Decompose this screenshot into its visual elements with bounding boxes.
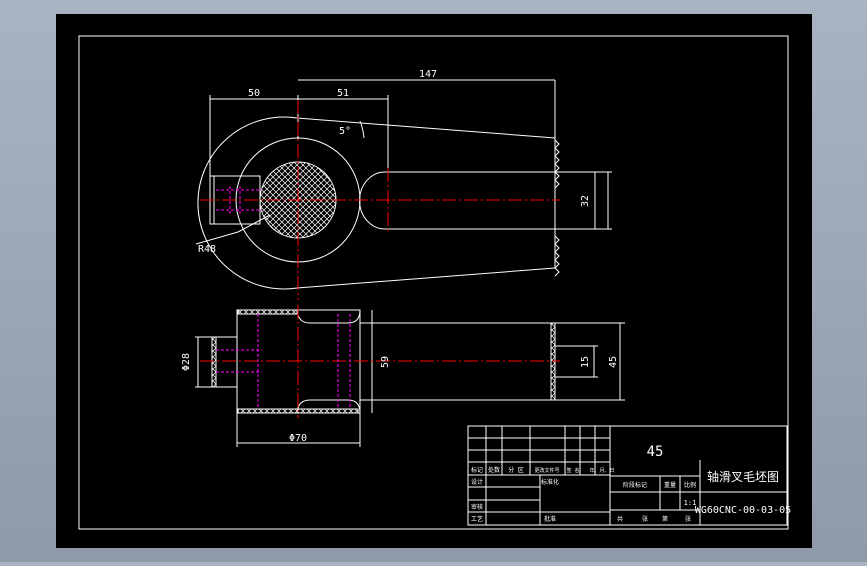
dim-text-32: 32 [580, 195, 591, 207]
sheet-total-label: 共 [617, 515, 623, 523]
weight-label: 重量 [664, 481, 676, 489]
scale-label: 比例 [684, 481, 696, 489]
approval-label: 批准 [544, 515, 556, 523]
scale-value: 1:1 [684, 499, 697, 507]
dim-text-51: 51 [337, 88, 349, 99]
drawing-number: WG60CNC-00-03-05 [695, 505, 791, 516]
sheet-number-label: 第 [662, 515, 668, 523]
header-date: 年、月、日 [589, 467, 614, 474]
dim-text-28: Φ28 [181, 353, 192, 371]
stage-mark-label: 阶段标记 [623, 481, 647, 489]
dim-text-angle: 5° [339, 126, 351, 137]
drawing-canvas: 50 51 147 5° R48 32 59 Φ28 Φ70 15 45 45 … [56, 14, 812, 548]
standardization-label: 标准化 [541, 478, 559, 486]
header-sign: 签 名 [566, 467, 579, 474]
row-design: 设计 [471, 478, 483, 486]
dim-text-70: Φ70 [289, 433, 307, 444]
header-count: 处数 [488, 466, 500, 474]
header-mark: 标记 [471, 466, 483, 474]
dim-text-r48: R48 [198, 244, 216, 255]
sheet-unit-1: 张 [642, 515, 648, 523]
row-review: 审核 [471, 503, 483, 511]
dim-text-147: 147 [419, 69, 437, 80]
part-name: 轴滑叉毛坯图 [707, 469, 779, 484]
cad-viewport[interactable]: 50 51 147 5° R48 32 59 Φ28 Φ70 15 45 45 … [0, 0, 867, 562]
dim-text-45: 45 [608, 356, 619, 368]
dim-text-15: 15 [580, 356, 591, 368]
sheet-unit-2: 张 [685, 515, 691, 523]
header-zone: 分 区 [508, 466, 524, 474]
dim-text-50: 50 [248, 88, 260, 99]
dim-text-59: 59 [380, 356, 391, 368]
material-label: 45 [647, 444, 664, 460]
header-change-doc: 更改文件号 [534, 467, 559, 474]
row-process: 工艺 [471, 515, 483, 523]
drawing-sheet [56, 14, 812, 548]
